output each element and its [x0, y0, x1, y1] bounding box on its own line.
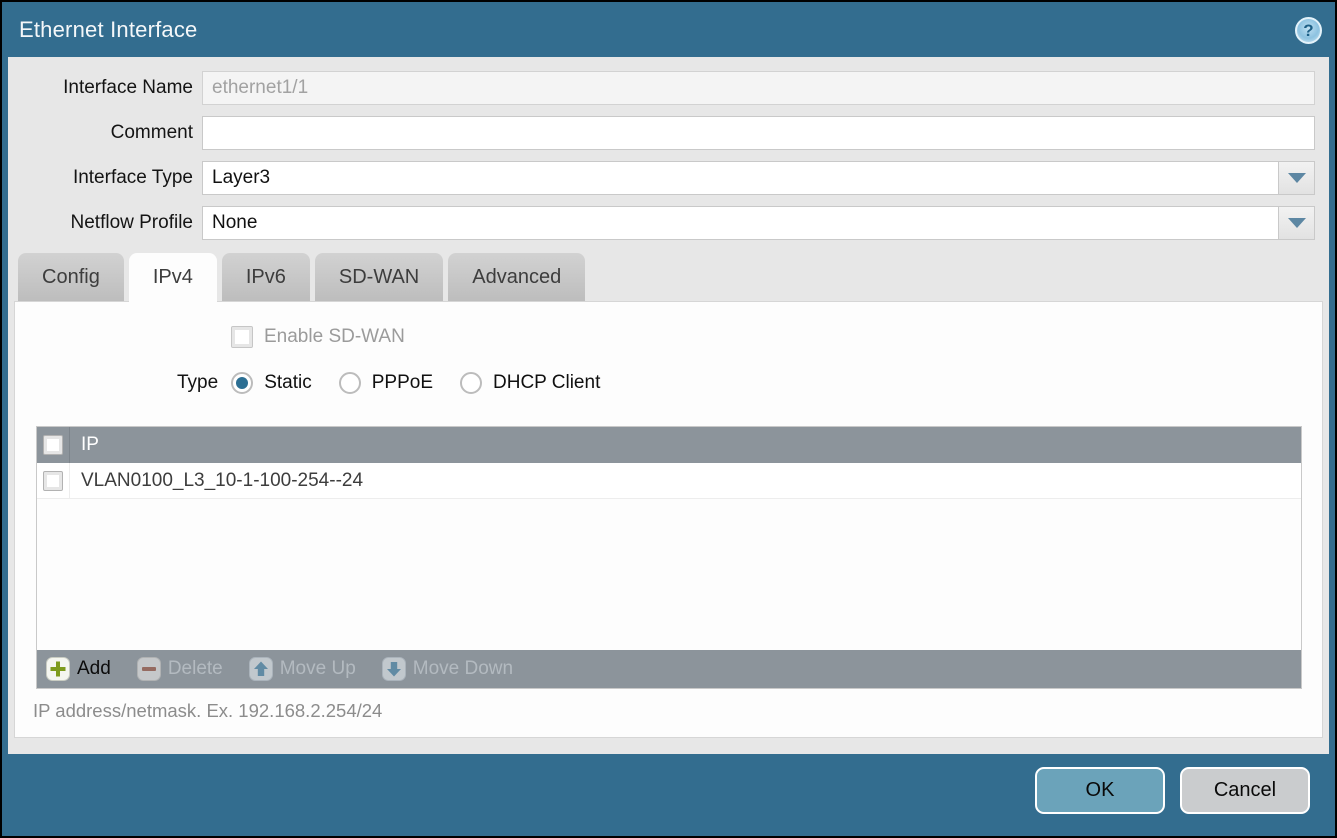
- ethernet-interface-dialog: Ethernet Interface ? Interface Name Comm…: [2, 2, 1335, 836]
- cancel-button[interactable]: Cancel: [1180, 767, 1310, 814]
- radio-static[interactable]: Static: [231, 372, 312, 394]
- chevron-down-icon: [1288, 218, 1306, 228]
- row-checkbox[interactable]: [43, 471, 63, 491]
- table-toolbar: Add Delete Move Up: [37, 650, 1301, 688]
- interface-type-label: Interface Type: [8, 167, 202, 189]
- interface-type-dropdown-button[interactable]: [1279, 161, 1315, 195]
- add-button-label: Add: [77, 658, 111, 680]
- tab-advanced[interactable]: Advanced: [448, 253, 585, 301]
- move-up-button[interactable]: Move Up: [249, 657, 356, 681]
- radio-pppoe-label: PPPoE: [372, 372, 433, 394]
- ipv4-tab-panel: Enable SD-WAN Type Static PPPoE DHCP Cli…: [14, 301, 1323, 738]
- netflow-profile-label: Netflow Profile: [8, 212, 202, 234]
- arrow-down-icon: [382, 657, 406, 681]
- tab-strip: Config IPv4 IPv6 SD-WAN Advanced: [18, 253, 585, 301]
- enable-sdwan-row: Enable SD-WAN: [231, 326, 405, 348]
- move-down-button-label: Move Down: [413, 658, 513, 680]
- enable-sdwan-checkbox: [231, 326, 253, 348]
- form-row-interface-type: Interface Type: [8, 161, 1329, 195]
- radio-static-control[interactable]: [231, 372, 253, 394]
- add-button[interactable]: Add: [46, 657, 111, 681]
- interface-name-field: [202, 71, 1315, 105]
- netflow-profile-field[interactable]: [202, 206, 1279, 240]
- table-empty-area: [37, 499, 1301, 650]
- dialog-titlebar: Ethernet Interface ?: [2, 2, 1335, 57]
- move-down-button[interactable]: Move Down: [382, 657, 513, 681]
- enable-sdwan-label: Enable SD-WAN: [264, 326, 405, 348]
- radio-static-label: Static: [264, 372, 312, 394]
- interface-name-label: Interface Name: [8, 77, 202, 99]
- type-radio-row: Type Static PPPoE DHCP Client: [177, 368, 627, 398]
- dialog-title: Ethernet Interface: [19, 17, 197, 43]
- ip-column-header: IP: [70, 434, 99, 456]
- netflow-profile-dropdown-button[interactable]: [1279, 206, 1315, 240]
- plus-icon: [46, 657, 70, 681]
- tab-config[interactable]: Config: [18, 253, 124, 301]
- select-all-checkbox[interactable]: [43, 435, 63, 455]
- delete-button-label: Delete: [168, 658, 223, 680]
- ok-button[interactable]: OK: [1035, 767, 1165, 814]
- help-glyph: ?: [1303, 21, 1313, 41]
- delete-button[interactable]: Delete: [137, 657, 223, 681]
- comment-label: Comment: [8, 122, 202, 144]
- interface-type-field[interactable]: [202, 161, 1279, 195]
- ip-format-hint: IP address/netmask. Ex. 192.168.2.254/24: [33, 700, 382, 722]
- chevron-down-icon: [1288, 173, 1306, 183]
- comment-field[interactable]: [202, 116, 1315, 150]
- tab-ipv6[interactable]: IPv6: [222, 253, 310, 301]
- help-icon[interactable]: ?: [1295, 17, 1322, 44]
- arrow-up-icon: [249, 657, 273, 681]
- radio-pppoe-control[interactable]: [339, 372, 361, 394]
- form-row-netflow-profile: Netflow Profile: [8, 206, 1329, 240]
- ip-table-header: IP: [37, 427, 1301, 463]
- radio-dhcp-client-label: DHCP Client: [493, 372, 600, 394]
- radio-dhcp-client-control[interactable]: [460, 372, 482, 394]
- form-row-comment: Comment: [8, 116, 1329, 150]
- radio-pppoe[interactable]: PPPoE: [339, 372, 433, 394]
- form-row-interface-name: Interface Name: [8, 71, 1329, 105]
- ip-row-value[interactable]: VLAN0100_L3_10-1-100-254--24: [70, 470, 363, 492]
- tab-sdwan[interactable]: SD-WAN: [315, 253, 443, 301]
- move-up-button-label: Move Up: [280, 658, 356, 680]
- interface-form: Interface Name Comment Interface Type: [8, 57, 1329, 240]
- tab-ipv4[interactable]: IPv4: [129, 253, 217, 303]
- minus-icon: [137, 657, 161, 681]
- dialog-body: Interface Name Comment Interface Type: [8, 57, 1329, 754]
- type-label: Type: [177, 372, 218, 394]
- ip-address-table: IP VLAN0100_L3_10-1-100-254--24: [36, 426, 1302, 689]
- radio-dhcp-client[interactable]: DHCP Client: [460, 372, 600, 394]
- table-row[interactable]: VLAN0100_L3_10-1-100-254--24: [37, 463, 1301, 499]
